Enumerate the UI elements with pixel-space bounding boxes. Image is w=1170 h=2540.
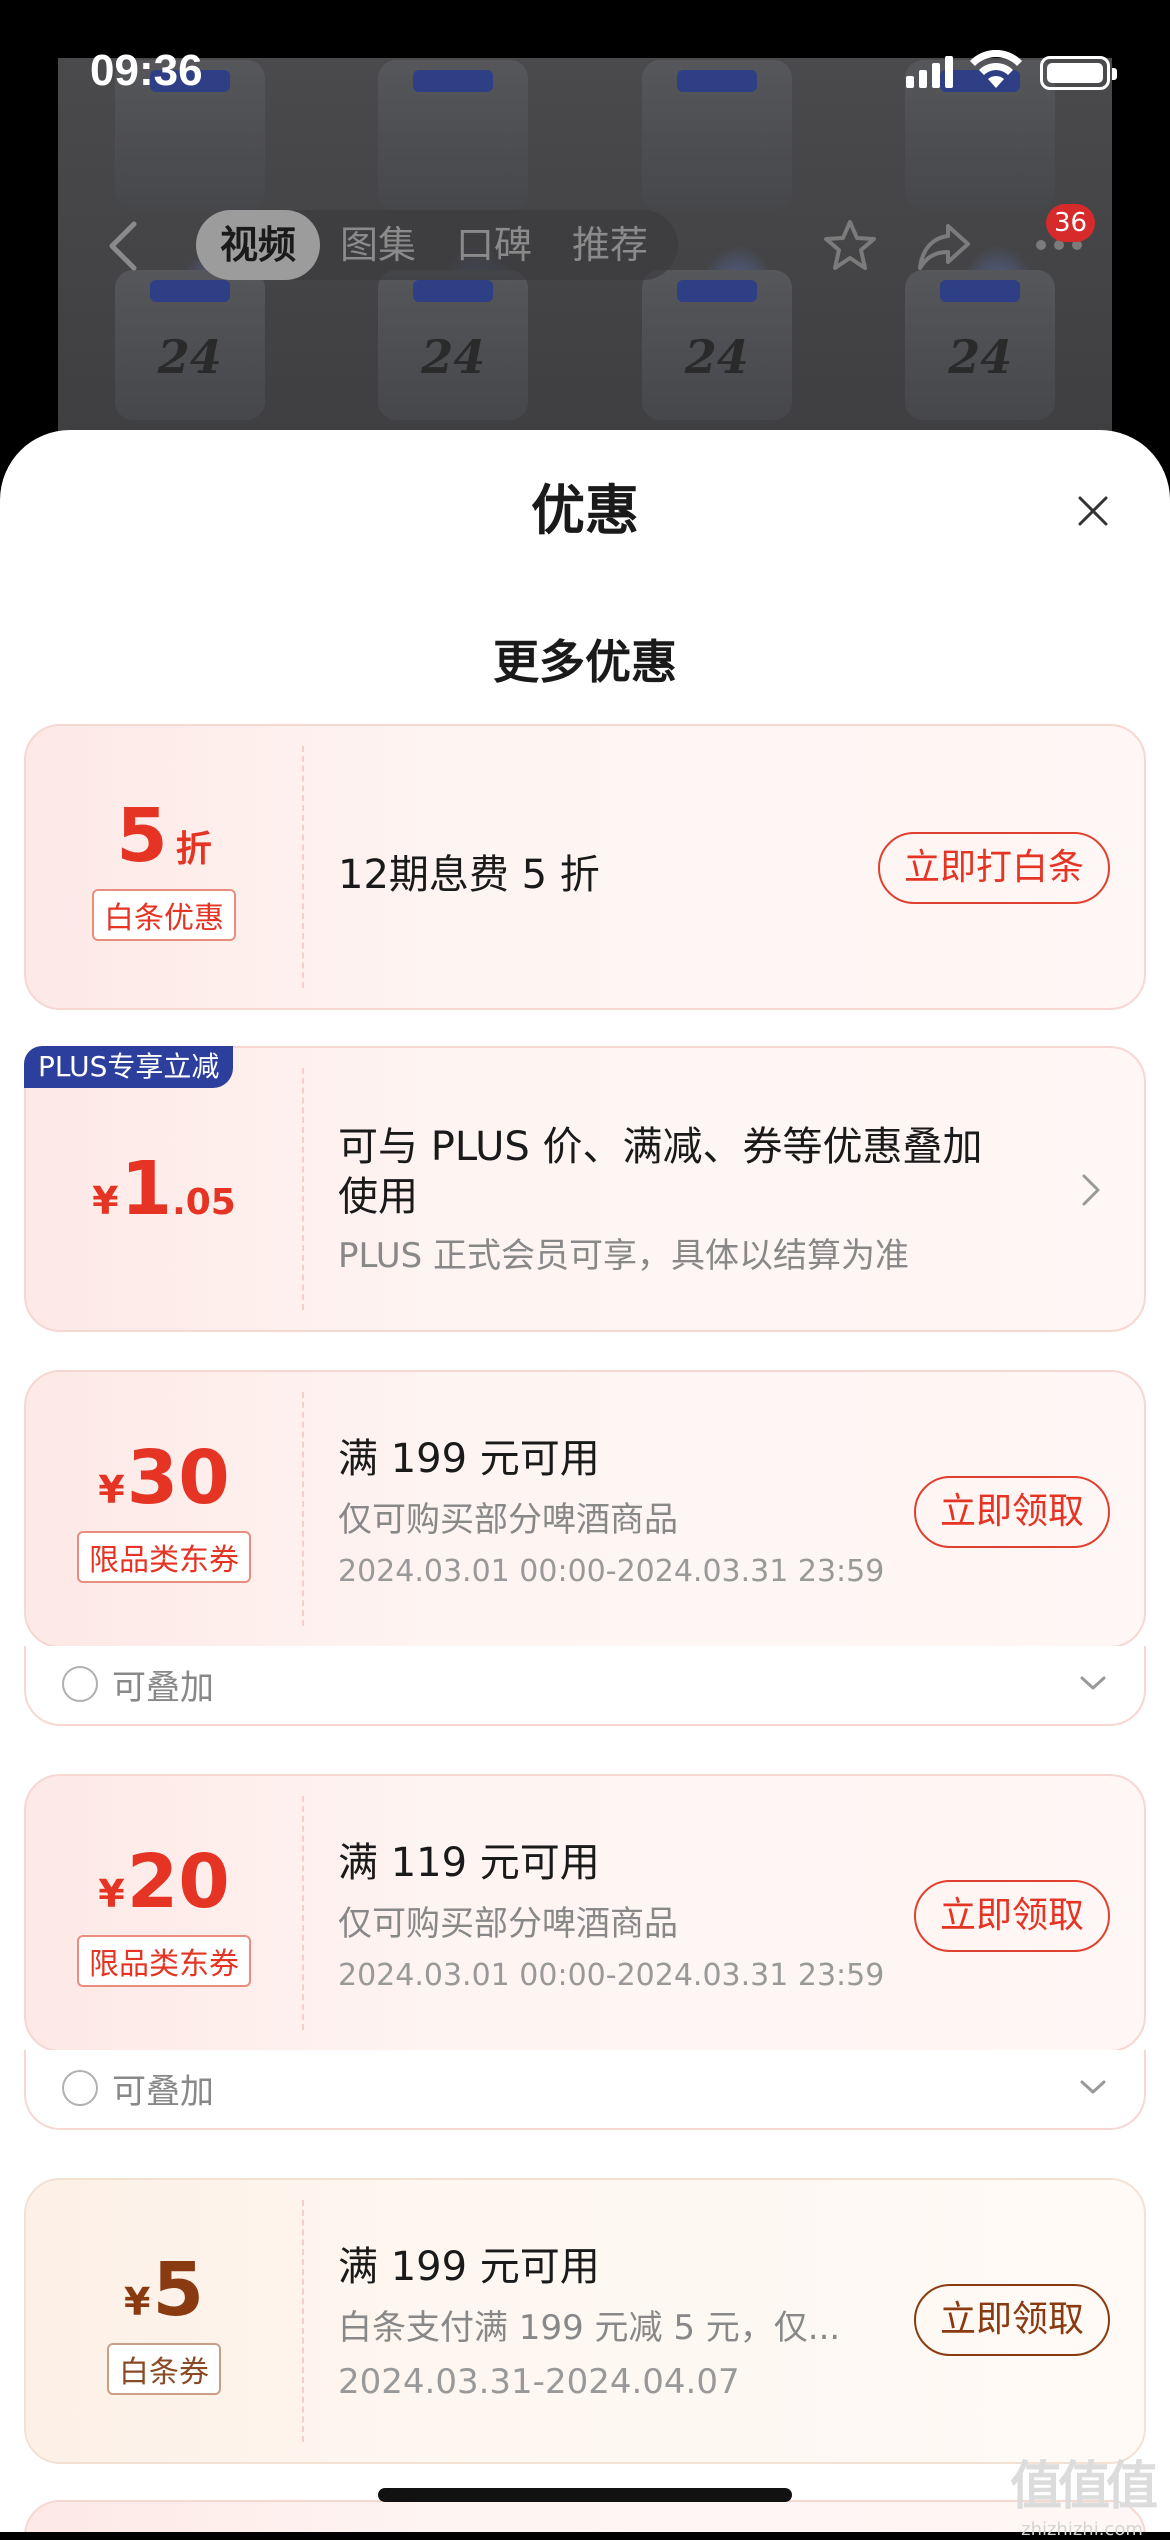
open-baitiao-button[interactable]: 立即打白条 [877, 832, 1110, 904]
offer-value: ¥ 20 限品类东券 [26, 1776, 302, 2050]
baitiao-offer-card: 5 折 白条优惠 12期息费 5 折 立即打白条 [24, 724, 1146, 1010]
notification-badge: 36 [1046, 204, 1096, 242]
bottle-image: 24 [114, 270, 265, 420]
close-icon[interactable] [1072, 490, 1114, 532]
coupon-tag: 限品类东券 [77, 1935, 251, 1987]
plus-subtitle: PLUS 正式会员可享，具体以结算为准 [338, 1236, 910, 1276]
stack-icon [62, 2070, 98, 2106]
coupon-card-30: ¥ 30 限品类东券 满 199 元可用 仅可购买部分啤酒商品 2024.03.… [24, 1370, 1146, 1648]
claim-coupon-button[interactable]: 立即领取 [913, 1476, 1110, 1548]
watermark-url: zhizhizhi.com [1021, 2519, 1143, 2540]
coupon-tag: 限品类东券 [77, 1531, 251, 1583]
watermark-logo: 值值值 [1010, 2457, 1158, 2517]
offer-value: 5 折 白条优惠 [26, 726, 302, 1008]
product-header-area: 24 24 24 24 09:36 视频 图集 口碑 推荐 36 [0, 0, 1170, 470]
coupon-title: 满 199 元可用 [338, 2244, 600, 2290]
share-icon[interactable] [914, 216, 974, 276]
product-image-row: 24 24 24 24 [58, 270, 1112, 420]
tab-gallery[interactable]: 图集 [320, 210, 436, 280]
coupon-amount: 5 [152, 2247, 204, 2333]
stack-icon [62, 1666, 98, 1702]
coupon-date: 2024.03.31-2024.04.07 [338, 2362, 740, 2402]
next-offer-card-partial [24, 2500, 1146, 2532]
plus-title-line1: 可与 PLUS 价、满减、券等优惠叠加 [338, 1124, 983, 1170]
offer-value: ¥ 5 白条券 [26, 2180, 302, 2462]
bottle-image: 24 [641, 270, 792, 420]
coupon-date: 2024.03.01 00:00-2024.03.31 23:59 [338, 1958, 885, 1993]
bottle-label: 24 [157, 330, 222, 384]
cellular-signal-icon [906, 56, 953, 88]
dashed-divider [302, 746, 304, 988]
favorite-star-icon[interactable] [820, 216, 880, 276]
coupon-title: 满 119 元可用 [338, 1840, 600, 1886]
plus-amount-int: 1 [120, 1146, 173, 1232]
coupon-subtitle: 仅可购买部分啤酒商品 [338, 1904, 678, 1944]
plus-amount-dec: .05 [172, 1182, 236, 1223]
tab-recommend[interactable]: 推荐 [552, 210, 668, 280]
wifi-icon [970, 50, 1022, 88]
coupon-subtitle: 仅可购买部分啤酒商品 [338, 1500, 678, 1540]
coupon-title: 满 199 元可用 [338, 1436, 600, 1482]
battery-icon [1040, 56, 1117, 90]
coupon-amount: 20 [126, 1839, 230, 1925]
coupon-card-5: ¥ 5 白条券 满 199 元可用 白条支付满 199 元减 5 元，仅... … [24, 2178, 1146, 2464]
stackable-label: 可叠加 [112, 2072, 214, 2112]
chevron-down-icon [1080, 2080, 1106, 2094]
bottle-label: 24 [684, 330, 749, 384]
offer-value: ¥ 30 限品类东券 [26, 1372, 302, 1646]
dashed-divider [302, 1796, 304, 2030]
stackable-row[interactable]: 可叠加 [24, 1646, 1146, 1726]
offer-tag: 白条优惠 [92, 889, 236, 941]
dashed-divider [302, 1068, 304, 1310]
yen-symbol: ¥ [98, 1468, 125, 1512]
status-bar: 09:36 [0, 0, 1170, 140]
coupon-subtitle: 白条支付满 199 元减 5 元，仅... [338, 2308, 841, 2348]
bottle-image: 24 [905, 270, 1056, 420]
coupon-card-20: ¥ 20 限品类东券 满 119 元可用 仅可购买部分啤酒商品 2024.03.… [24, 1774, 1146, 2052]
media-tabs: 视频 图集 口碑 推荐 [196, 210, 679, 280]
offer-text: 12期息费 5 折 [338, 852, 600, 898]
coupon-amount: 30 [126, 1435, 230, 1521]
status-time: 09:36 [90, 46, 203, 95]
tab-video[interactable]: 视频 [196, 210, 321, 280]
sheet-title: 优惠 [531, 479, 639, 542]
dashed-divider [302, 2200, 304, 2442]
promotions-sheet: 优惠 更多优惠 5 折 白条优惠 12期息费 5 折 立即打白条 ¥ 1 .05 [0, 430, 1170, 2532]
coupon-tag: 白条券 [107, 2343, 221, 2395]
yen-symbol: ¥ [124, 2280, 151, 2324]
chevron-down-icon [1080, 1676, 1106, 1690]
back-icon[interactable] [100, 218, 150, 274]
plus-exclusive-badge: PLUS专享立减 [24, 1046, 234, 1088]
stackable-row[interactable]: 可叠加 [24, 2050, 1146, 2130]
bottle-label: 24 [421, 330, 486, 384]
plus-offer-card[interactable]: ¥ 1 .05 可与 PLUS 价、满减、券等优惠叠加 使用 PLUS 正式会员… [24, 1046, 1146, 1332]
claim-coupon-button[interactable]: 立即领取 [913, 2284, 1110, 2356]
yen-symbol: ¥ [92, 1179, 119, 1223]
claim-coupon-button[interactable]: 立即领取 [913, 1880, 1110, 1952]
dashed-divider [302, 1392, 304, 1626]
chevron-right-icon [1082, 1174, 1100, 1206]
tab-reviews[interactable]: 口碑 [436, 210, 552, 280]
section-title-more-offers: 更多优惠 [493, 635, 677, 689]
discount-unit: 折 [175, 829, 212, 870]
home-indicator[interactable] [378, 2488, 792, 2502]
stackable-label: 可叠加 [112, 1668, 214, 1708]
coupon-date: 2024.03.01 00:00-2024.03.31 23:59 [338, 1554, 885, 1589]
discount-amount: 5 [116, 793, 168, 879]
yen-symbol: ¥ [98, 1872, 125, 1916]
product-nav-bar: 视频 图集 口碑 推荐 36 [0, 200, 1170, 290]
offer-value: ¥ 1 .05 [26, 1048, 302, 1330]
plus-title-line2: 使用 [338, 1174, 418, 1220]
watermark: 值值值 zhizhizhi.com [1010, 2444, 1158, 2540]
bottle-label: 24 [948, 330, 1013, 384]
bottle-image: 24 [378, 270, 529, 420]
